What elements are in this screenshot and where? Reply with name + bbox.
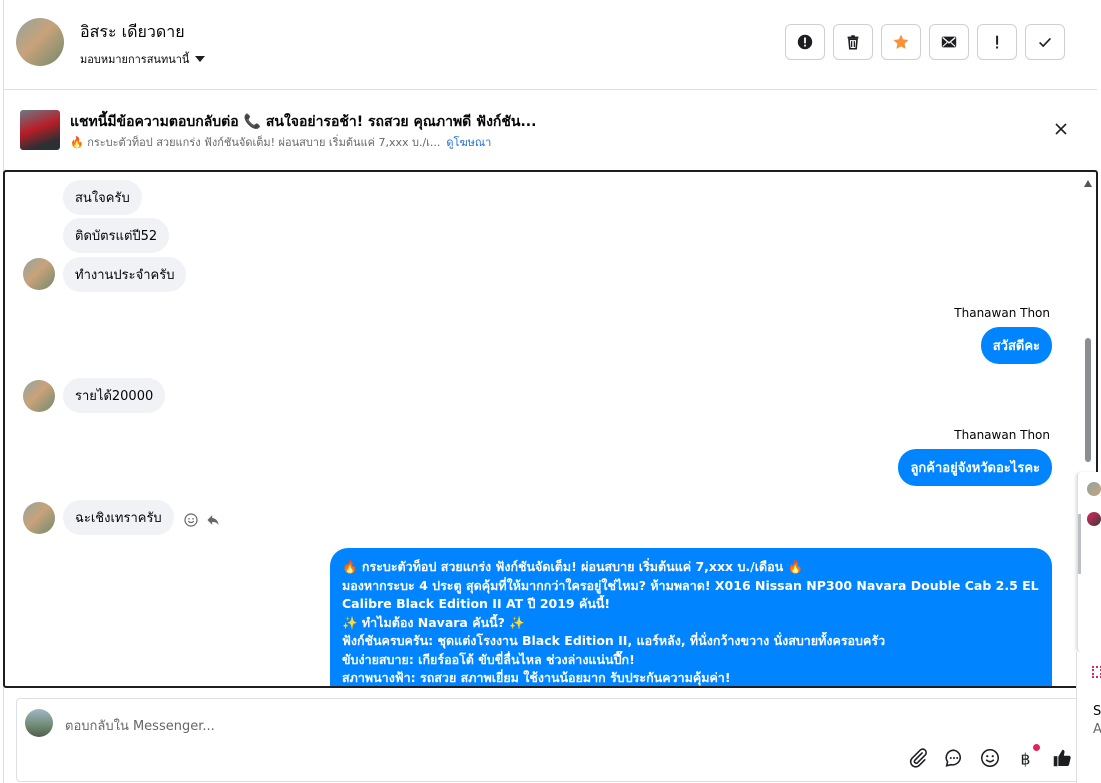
side-scrollbar xyxy=(1078,514,1081,574)
side-panel-text: Sc xyxy=(1093,704,1101,719)
conversation-header: อิสระ เดียวดาย มอบหมายการสนทนานี้ xyxy=(4,0,1097,90)
ad-message-line: ฟังก์ชันครบครัน: ชุดแต่งโรงงาน Black Edi… xyxy=(342,633,886,648)
composer-actions: ฿ xyxy=(907,744,1073,769)
outgoing-message: สวัสดีคะ xyxy=(980,327,1052,364)
incoming-message: รายได้20000 xyxy=(63,378,166,413)
ad-message-line: 🔥 กระบะตัวท็อป สวยแกร่ง ฟังก์ชันจัดเต็ม!… xyxy=(342,559,804,574)
contact-avatar xyxy=(23,258,55,290)
ad-thumbnail xyxy=(20,110,60,150)
side-panel: Sc A xyxy=(1076,652,1101,783)
exclamation-icon xyxy=(996,35,999,49)
star-icon xyxy=(893,34,909,49)
conversation-toolbar xyxy=(785,24,1065,60)
sender-name: Thanawan Thon xyxy=(954,428,1050,442)
mark-unread-button[interactable] xyxy=(929,24,969,60)
star-button[interactable] xyxy=(881,24,921,60)
ad-banner-text: 🔥 กระบะตัวท็อป สวยแกร่ง ฟังก์ชันจัดเต็ม!… xyxy=(70,136,441,149)
message-thread[interactable]: สนใจครับ ติดบัตรแต่ปี52 ทำงานประจำครับ T… xyxy=(3,170,1098,688)
thumbs-up-icon[interactable] xyxy=(1051,747,1073,769)
delete-button[interactable] xyxy=(833,24,873,60)
envelope-icon xyxy=(941,36,957,48)
ad-banner-subtitle: 🔥 กระบะตัวท็อป สวยแกร่ง ฟังก์ชันจัดเต็ม!… xyxy=(70,133,491,151)
sender-name: Thanawan Thon xyxy=(954,306,1050,320)
reply-composer: ตอบกลับใน Messenger... ฿ xyxy=(16,698,1094,782)
ad-message-line: สภาพนางฟ้า: รถสวย สภาพเยี่ยม ใช้งานน้อยม… xyxy=(342,670,731,685)
notification-dot xyxy=(1033,744,1040,751)
alert-circle-icon xyxy=(797,34,813,50)
chat-head-avatar[interactable] xyxy=(1087,512,1101,526)
payment-button[interactable]: ฿ xyxy=(1015,744,1040,769)
incoming-message: ทำงานประจำครับ xyxy=(63,257,187,292)
svg-text:฿: ฿ xyxy=(1021,750,1031,768)
caret-down-icon xyxy=(195,56,206,62)
contact-name[interactable]: อิสระ เดียวดาย xyxy=(80,20,185,45)
close-icon[interactable] xyxy=(1051,119,1071,139)
ad-banner-title: แชทนี้มีข้อความตอบกลับต่อ 📞 สนใจอย่ารอช้… xyxy=(70,114,537,130)
follow-up-button[interactable] xyxy=(977,24,1017,60)
side-panel-icon xyxy=(1092,666,1101,678)
inbox-conversation: อิสระ เดียวดาย มอบหมายการสนทนานี้ แชทนี้… xyxy=(0,0,1101,783)
mark-spam-button[interactable] xyxy=(785,24,825,60)
contact-avatar xyxy=(23,380,55,412)
message-actions xyxy=(183,512,221,528)
incoming-message: สนใจครับ xyxy=(63,180,142,215)
contact-avatar xyxy=(23,502,55,534)
check-icon xyxy=(1039,37,1051,48)
outgoing-message: ลูกค้าอยู่จังหวัดอะไรคะ xyxy=(898,449,1052,486)
contact-avatar[interactable] xyxy=(16,18,64,66)
reply-input[interactable]: ตอบกลับใน Messenger... xyxy=(65,715,215,736)
ad-message-line: มองหากระบะ 4 ประตู สุดคุ้มที่ให้มากกว่าใ… xyxy=(342,577,1039,593)
incoming-message: ติดบัตรแต่ปี52 xyxy=(63,218,170,253)
ad-message-line: ขับง่ายสบาย: เกียร์ออโต้ ขับขี่ลื่นไหล ช… xyxy=(342,651,635,667)
scroll-up-arrow-icon[interactable] xyxy=(1084,180,1092,187)
assign-label: มอบหมายการสนทนานี้ xyxy=(80,53,190,66)
chat-bubble-icon[interactable] xyxy=(943,747,965,769)
mark-done-button[interactable] xyxy=(1025,24,1065,60)
ad-message-line: Calibre Black Edition II AT ปี 2019 คันน… xyxy=(342,596,611,611)
emoji-icon[interactable] xyxy=(979,747,1001,769)
trash-icon xyxy=(847,35,859,50)
react-emoji-icon[interactable] xyxy=(183,512,199,528)
chat-head-avatar[interactable] xyxy=(1087,482,1101,496)
side-panel-text: A xyxy=(1093,722,1101,737)
ad-context-banner: แชทนี้มีข้อความตอบกลับต่อ 📞 สนใจอย่ารอช้… xyxy=(4,91,1097,167)
ad-message-line: ✨ ทำไมต้อง Navara คันนี้? ✨ xyxy=(342,614,525,630)
page-avatar xyxy=(25,709,53,737)
incoming-message: ฉะเชิงเทราครับ xyxy=(63,500,174,535)
assign-conversation-dropdown[interactable]: มอบหมายการสนทนานี้ xyxy=(80,50,206,68)
side-chat-heads xyxy=(1077,472,1101,652)
reply-icon[interactable] xyxy=(205,512,221,528)
scrollbar-thumb[interactable] xyxy=(1085,338,1091,462)
paperclip-icon[interactable] xyxy=(907,747,929,769)
view-ad-link[interactable]: ดูโฆษณา xyxy=(446,136,491,149)
outgoing-ad-message: 🔥 กระบะตัวท็อป สวยแกร่ง ฟังก์ชันจัดเต็ม!… xyxy=(330,548,1052,686)
